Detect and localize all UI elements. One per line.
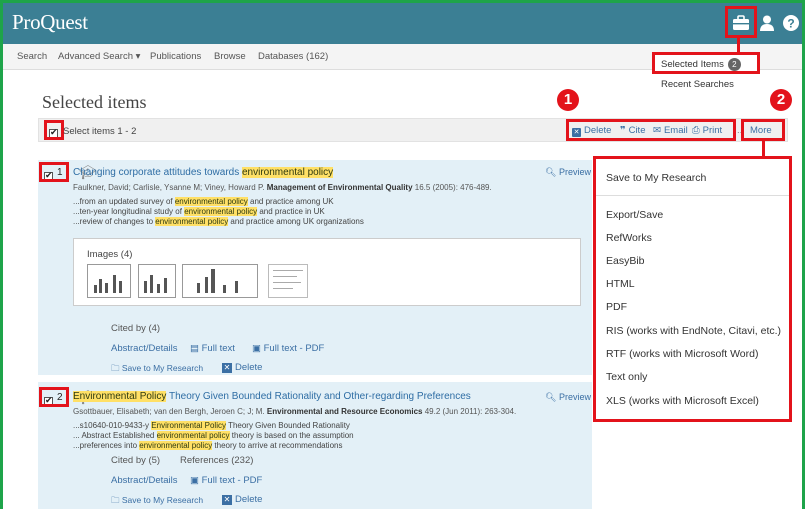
folder-icon: 🗀︎: [111, 363, 120, 373]
result-2-fulltext-pdf-link[interactable]: ▣ Full text - PDF: [190, 475, 262, 486]
document-icon: ▤: [190, 343, 199, 354]
result-2-snippet: ...preferences into environmental policy…: [73, 441, 343, 450]
user-icon[interactable]: [757, 13, 777, 33]
images-label: Images (4): [87, 249, 133, 260]
folder-icon: 🗀︎: [111, 495, 120, 505]
dropdown-easybib[interactable]: EasyBib: [606, 255, 645, 267]
delete-icon: ✕: [572, 128, 581, 137]
dropdown-html[interactable]: HTML: [606, 278, 635, 290]
result-1-snippet: ...from an updated survey of environment…: [73, 197, 334, 206]
select-all-highlight: [44, 120, 64, 140]
result-2-save-link[interactable]: 🗀︎ Save to My Research: [111, 495, 203, 509]
dropdown-text-only[interactable]: Text only: [606, 371, 647, 383]
page-title: Selected items: [42, 92, 147, 112]
dropdown-xls[interactable]: XLS (works with Microsoft Excel): [606, 395, 759, 407]
recent-searches-menu-item[interactable]: Recent Searches: [661, 79, 734, 90]
result-2-meta: Gsottbauer, Elisabeth; van den Bergh, Je…: [73, 407, 517, 416]
image-thumbnail[interactable]: [87, 264, 131, 298]
result-2-cited-by[interactable]: Cited by (5): [111, 455, 160, 466]
selected-items-menu-item[interactable]: Selected Items 2: [652, 52, 760, 74]
result-2-delete-link[interactable]: ✕ Delete: [222, 494, 262, 505]
app-header: ProQuest ?: [0, 0, 805, 44]
images-panel: Images (4): [73, 238, 581, 306]
image-thumbnail[interactable]: [138, 264, 176, 298]
email-action[interactable]: ✉ Email: [653, 125, 688, 136]
result-2-abstract-link[interactable]: Abstract/Details: [111, 475, 178, 486]
result-1-meta: Faulkner, David; Carlisle, Ysanne M; Vin…: [73, 183, 492, 192]
briefcase-highlight: [725, 6, 757, 38]
printer-icon: ⎙: [692, 125, 700, 136]
dropdown-divider: [596, 195, 789, 196]
image-thumbnail[interactable]: [182, 264, 258, 298]
result-1-delete-link[interactable]: ✕ Delete: [222, 362, 262, 373]
nav-browse[interactable]: Browse: [214, 51, 246, 62]
cite-action[interactable]: ❞ Cite: [620, 125, 645, 136]
preview-icon: 🔍︎: [545, 392, 557, 402]
delete-icon: ✕: [222, 495, 232, 505]
result-2-snippet: ...s10640-010-9433-y Environmental Polic…: [73, 421, 350, 430]
more-dropdown-menu: Save to My Research Export/Save RefWorks…: [593, 156, 792, 422]
result-1-cited-by[interactable]: Cited by (4): [111, 323, 160, 334]
result-1-snippet: ...review of changes to environmental po…: [73, 217, 364, 226]
more-button[interactable]: More: [750, 125, 772, 136]
result-1-abstract-link[interactable]: Abstract/Details: [111, 343, 178, 354]
connector-line-more: [762, 141, 765, 157]
selected-count-badge: 2: [727, 58, 741, 71]
result-1-checkbox-highlight: [39, 162, 69, 182]
nav-databases[interactable]: Databases (162): [258, 51, 328, 62]
result-1-fulltext-pdf-link[interactable]: ▣ Full text - PDF: [252, 343, 324, 354]
dropdown-rtf[interactable]: RTF (works with Microsoft Word): [606, 348, 758, 360]
delete-action[interactable]: ✕ Delete: [572, 125, 611, 137]
print-action[interactable]: ⎙ Print: [692, 125, 722, 136]
result-1-snippet: ...ten-year longitudinal study of enviro…: [73, 207, 325, 216]
svg-text:?: ?: [787, 17, 794, 31]
nav-publications[interactable]: Publications: [150, 51, 201, 62]
image-thumbnail[interactable]: [268, 264, 308, 298]
dropdown-save-to-my-research[interactable]: Save to My Research: [606, 172, 706, 184]
result-2-checkbox-highlight: [39, 387, 69, 407]
nav-search[interactable]: Search: [17, 51, 47, 62]
help-icon[interactable]: ?: [781, 13, 801, 33]
result-2-title[interactable]: Environmental Policy Theory Given Bounde…: [73, 391, 471, 402]
result-1-fulltext-link[interactable]: ▤ Full text: [190, 343, 235, 354]
pdf-icon: ▣: [190, 475, 199, 486]
select-items-label: Select items 1 - 2: [63, 126, 137, 137]
quote-icon: ❞: [620, 125, 626, 136]
result-1-preview[interactable]: 🔍︎ Preview: [545, 167, 591, 178]
selected-items-label: Selected Items: [661, 59, 724, 70]
delete-icon: ✕: [222, 363, 232, 373]
result-1-title[interactable]: Changing corporate attitudes towards env…: [73, 167, 334, 178]
dropdown-pdf[interactable]: PDF: [606, 301, 627, 313]
connector-line-top: [737, 38, 740, 52]
result-2-snippet: ... Abstract Established environmental p…: [73, 431, 354, 440]
dropdown-export-save-heading: Export/Save: [606, 209, 664, 221]
dropdown-ris[interactable]: RIS (works with EndNote, Citavi, etc.): [606, 325, 781, 337]
preview-icon: 🔍︎: [545, 167, 557, 177]
result-2-references[interactable]: References (232): [180, 455, 253, 466]
result-1-save-link[interactable]: 🗀︎ Save to My Research: [111, 363, 203, 377]
callout-1: 1: [557, 89, 579, 111]
callout-2: 2: [770, 89, 792, 111]
nav-advanced-search[interactable]: Advanced Search ▾: [58, 51, 140, 62]
envelope-icon: ✉: [653, 125, 661, 136]
proquest-logo[interactable]: ProQuest: [12, 10, 88, 35]
dropdown-refworks[interactable]: RefWorks: [606, 232, 652, 244]
pdf-icon: ▣: [252, 343, 261, 354]
result-2-preview[interactable]: 🔍︎ Preview: [545, 392, 591, 403]
